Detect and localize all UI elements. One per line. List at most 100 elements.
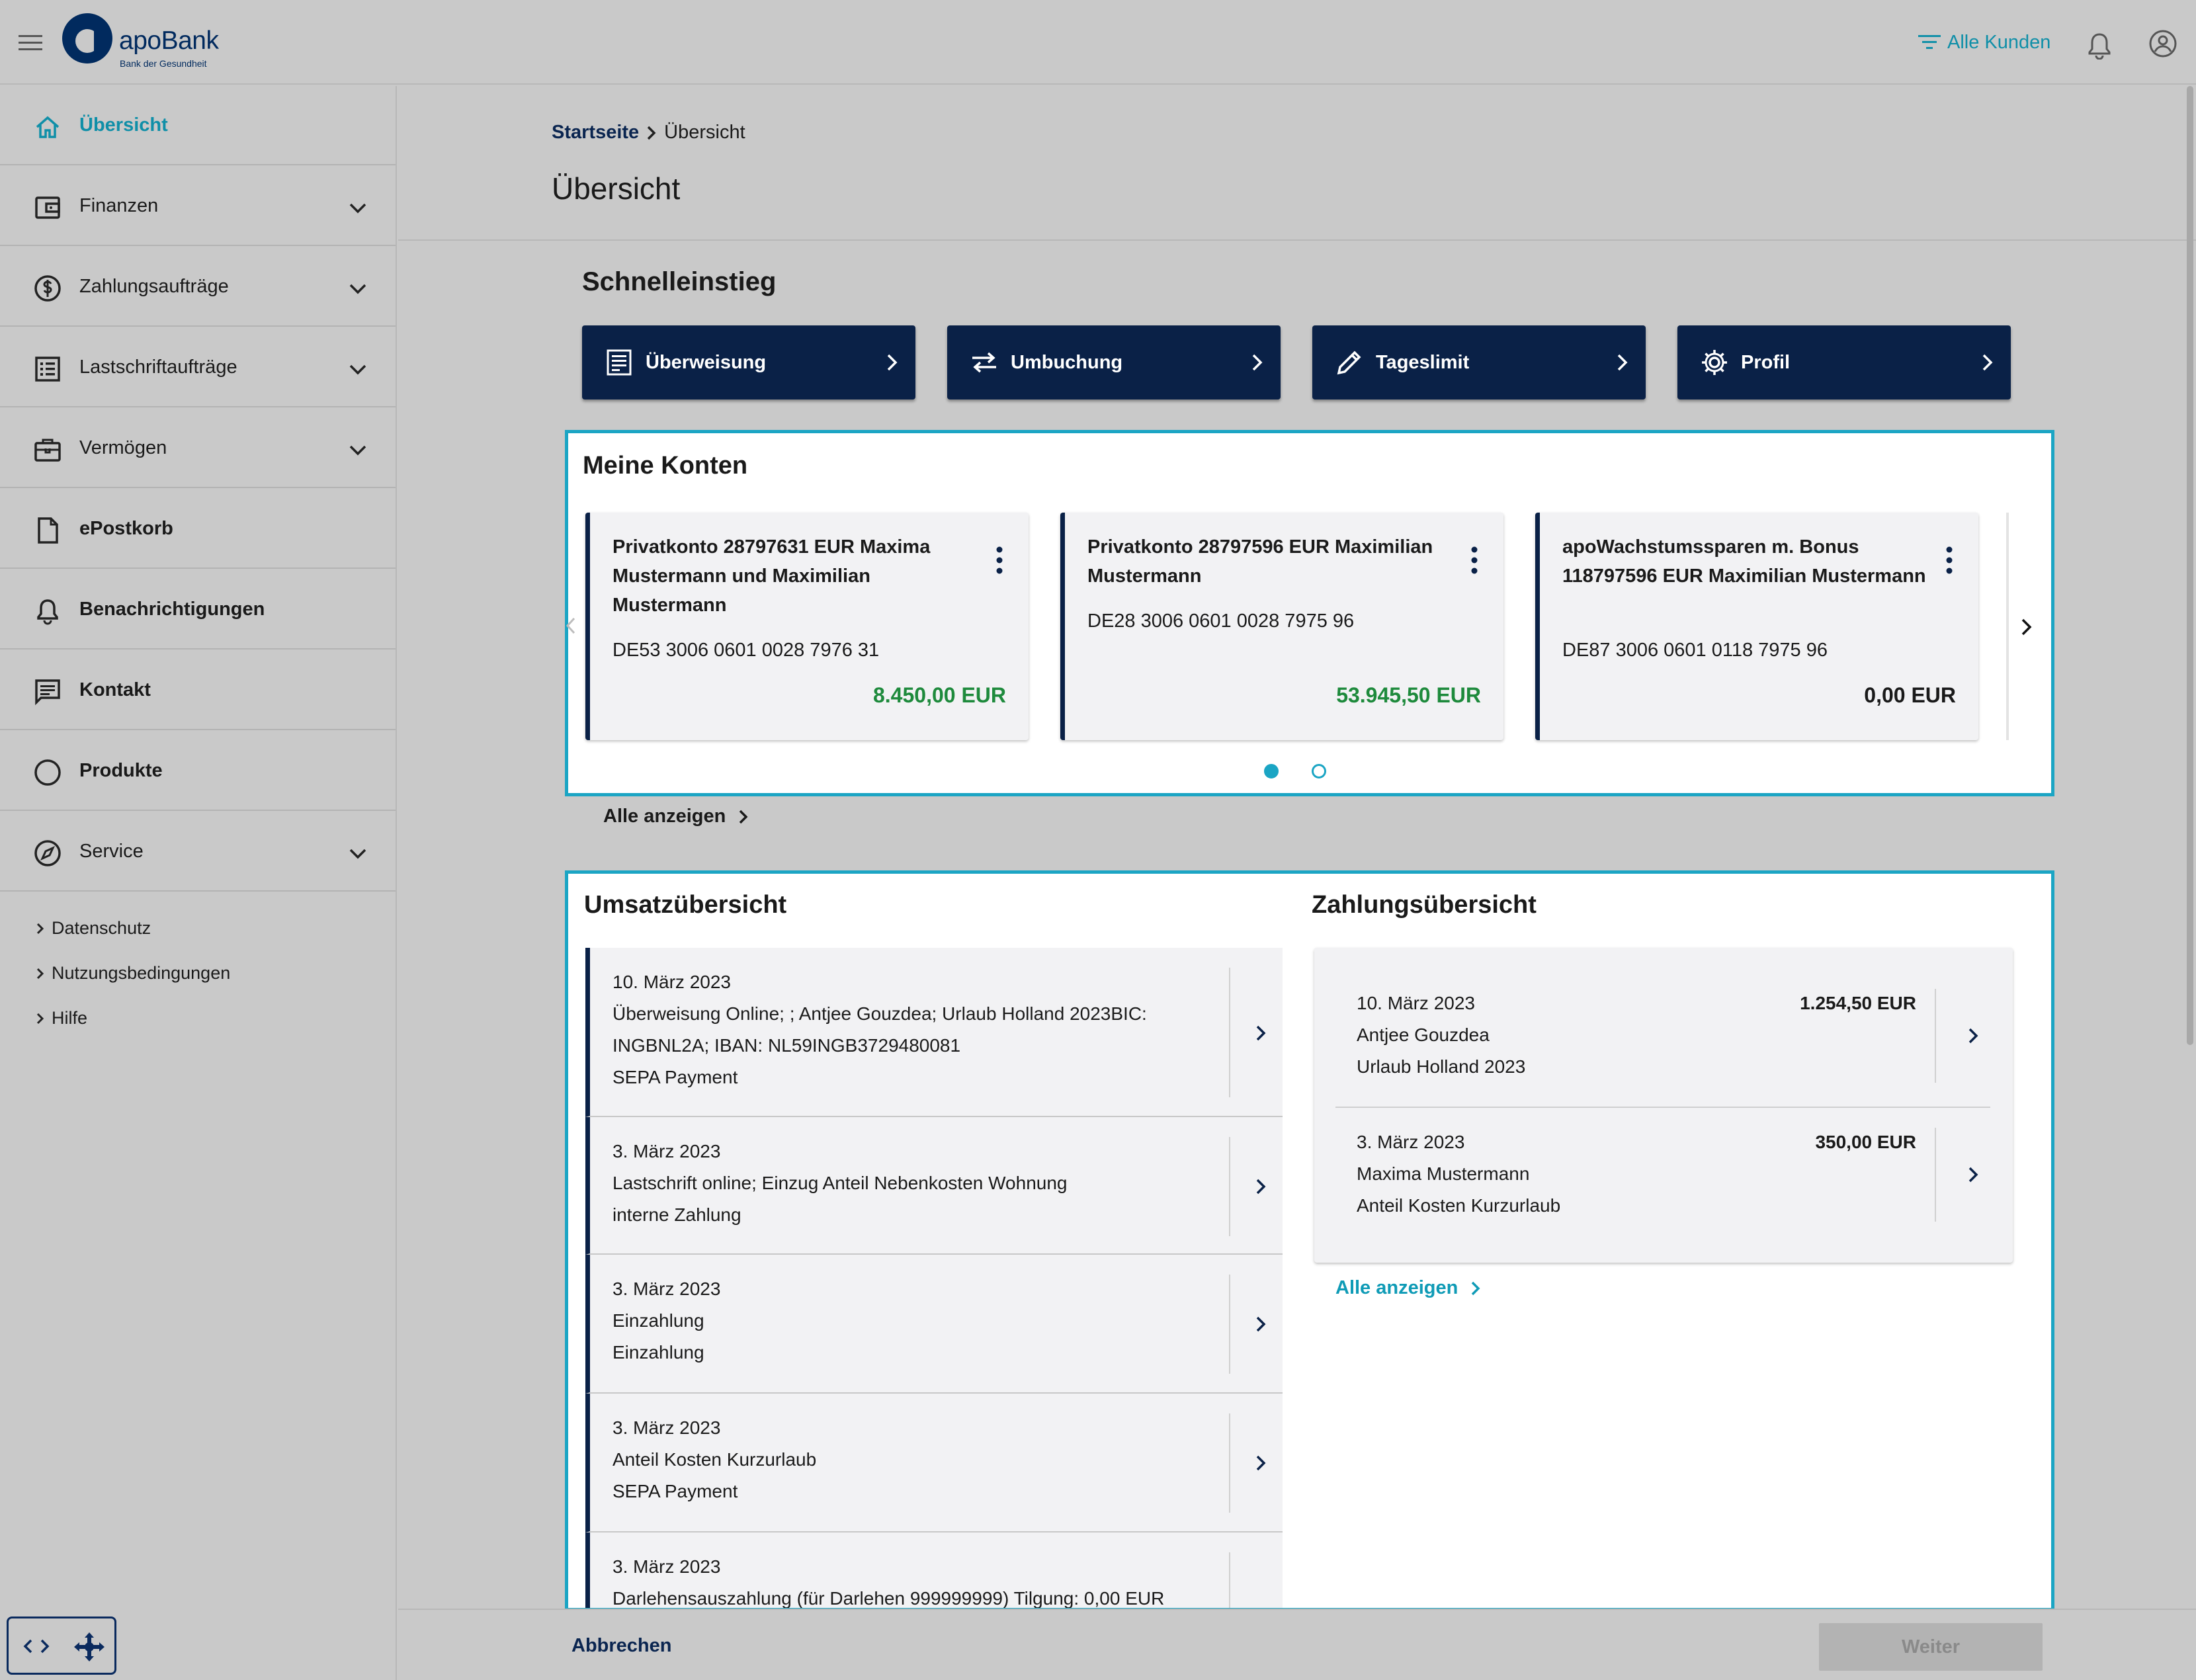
filter-icon: [1918, 35, 1941, 49]
transaction-line: SEPA Payment: [612, 1481, 738, 1501]
row-divider: [1229, 968, 1230, 1097]
transaction-line: Einzahlung: [612, 1342, 704, 1363]
sidebar-item-uebersicht[interactable]: Übersicht: [0, 86, 396, 165]
chevron-right-icon: [1617, 354, 1628, 371]
transaction-row[interactable]: 10. März 2023 Überweisung Online; ; Antj…: [585, 948, 1283, 1117]
cancel-button[interactable]: Abbrechen: [571, 1635, 671, 1657]
chevron-right-icon: [647, 126, 656, 140]
chevron-right-icon[interactable]: [1964, 1025, 1984, 1047]
briefcase-icon: [34, 439, 61, 462]
transaction-row[interactable]: 3. März 2023 Anteil Kosten Kurzurlaub SE…: [585, 1394, 1283, 1533]
swap-icon: [972, 352, 996, 373]
account-iban: DE87 3006 0601 0118 7975 96: [1562, 640, 1828, 661]
accounts-show-all-link[interactable]: Alle anzeigen: [603, 806, 749, 827]
chat-icon: [35, 679, 60, 706]
sidebar-item-epostkorb[interactable]: ePostkorb: [0, 489, 396, 569]
transaction-text: 10. März 2023 Überweisung Online; ; Antj…: [612, 966, 1147, 1093]
payment-amount: 350,00 EUR: [1815, 1132, 1916, 1152]
payment-recipient: Antjee Gouzdea: [1357, 1025, 1490, 1045]
quick-button-label: Profil: [1741, 351, 1791, 373]
quick-button-tageslimit[interactable]: Tageslimit: [1312, 325, 1646, 399]
header-divider: [398, 239, 2196, 241]
transaction-date: 3. März 2023: [612, 1417, 721, 1438]
payments-show-all-link[interactable]: Alle anzeigen: [1335, 1277, 1482, 1299]
quick-button-label: Tageslimit: [1376, 351, 1470, 373]
sidebar-item-benachrichtigungen[interactable]: Benachrichtigungen: [0, 570, 396, 650]
footer-link-nutzungsbedingungen[interactable]: Nutzungsbedingungen: [36, 963, 230, 984]
breadcrumb: Startseite Übersicht: [552, 122, 745, 144]
sidebar-item-zahlungsauftraege[interactable]: Zahlungsaufträge: [0, 247, 396, 327]
customer-filter-button[interactable]: Alle Kunden: [1917, 29, 2050, 56]
more-vertical-icon[interactable]: [1945, 546, 1953, 575]
sidebar-item-kontakt[interactable]: Kontakt: [0, 651, 396, 730]
row-divider: [1935, 989, 1936, 1083]
quick-button-ueberweisung[interactable]: Überweisung: [582, 325, 915, 399]
transaction-line: Lastschrift online; Einzug Anteil Nebenk…: [612, 1173, 1068, 1193]
sidebar-item-produkte[interactable]: Produkte: [0, 732, 396, 811]
chevron-right-icon: [887, 354, 898, 371]
sidebar-item-vermoegen[interactable]: Vermögen: [0, 409, 396, 488]
chevron-right-icon[interactable]: [1251, 1452, 1271, 1474]
carousel-next-icon[interactable]: [2018, 616, 2034, 638]
account-card[interactable]: apoWachstumssparen m. Bonus 118797596 EU…: [1535, 513, 1978, 740]
carousel-dot-active[interactable]: [1264, 764, 1279, 778]
payment-recipient: Maxima Mustermann: [1357, 1163, 1530, 1184]
account-card[interactable]: Privatkonto 28797596 EUR Maximilian Must…: [1060, 513, 1503, 740]
sidebar-item-service[interactable]: Service: [0, 812, 396, 892]
payments-title: Zahlungsübersicht: [1312, 891, 1537, 919]
sidebar-item-label: Lastschriftaufträge: [79, 356, 237, 378]
quick-button-umbuchung[interactable]: Umbuchung: [947, 325, 1281, 399]
chevron-down-icon[interactable]: [347, 279, 369, 299]
transaction-row[interactable]: 3. März 2023 Einzahlung Einzahlung: [585, 1255, 1283, 1394]
pencil-icon: [1337, 351, 1361, 375]
payment-text[interactable]: 3. März 2023 Maxima Mustermann Anteil Ko…: [1357, 1126, 1560, 1222]
user-account-icon[interactable]: [2148, 29, 2177, 58]
breadcrumb-current: Übersicht: [664, 122, 745, 143]
carousel-dot[interactable]: [1312, 764, 1326, 778]
payment-text[interactable]: 10. März 2023 Antjee Gouzdea Urlaub Holl…: [1357, 987, 1525, 1083]
page-scrollbar[interactable]: [2187, 86, 2193, 1045]
quick-button-profil[interactable]: Profil: [1677, 325, 2011, 399]
account-card[interactable]: Privatkonto 28797631 EUR Maxima Musterma…: [585, 513, 1029, 740]
chevron-down-icon[interactable]: [347, 198, 369, 218]
accounts-title: Meine Konten: [583, 452, 748, 480]
chevron-right-icon: [36, 968, 44, 979]
more-vertical-icon[interactable]: [995, 546, 1003, 575]
sidebar-item-lastschriftauftraege[interactable]: Lastschriftaufträge: [0, 328, 396, 407]
account-balance: 0,00 EUR: [1864, 683, 1956, 707]
chevron-right-icon[interactable]: [1251, 1313, 1271, 1335]
action-bar: Abbrechen Weiter: [398, 1609, 2196, 1680]
home-icon: [36, 116, 60, 138]
chevron-down-icon[interactable]: [347, 360, 369, 380]
more-vertical-icon[interactable]: [1470, 546, 1478, 575]
sidebar-item-finanzen[interactable]: Finanzen: [0, 167, 396, 246]
payments-card: 10. März 2023 Antjee Gouzdea Urlaub Holl…: [1314, 948, 2013, 1263]
chevron-right-icon[interactable]: [1251, 1022, 1271, 1044]
list-icon: [35, 357, 60, 382]
breadcrumb-home-link[interactable]: Startseite: [552, 122, 639, 144]
account-name: apoWachstumssparen m. Bonus 118797596 EU…: [1562, 536, 1926, 587]
transaction-date: 3. März 2023: [612, 1556, 721, 1577]
footer-link-datenschutz[interactable]: Datenschutz: [36, 918, 151, 939]
code-icon[interactable]: [22, 1637, 51, 1656]
dev-toolbar[interactable]: [7, 1617, 116, 1675]
next-button[interactable]: Weiter: [1819, 1623, 2043, 1671]
row-divider: [1229, 1413, 1230, 1513]
quick-access-title: Schnelleinstieg: [582, 267, 777, 296]
footer-link-hilfe[interactable]: Hilfe: [36, 1008, 87, 1029]
chevron-right-icon[interactable]: [1964, 1163, 1984, 1186]
transaction-row[interactable]: 3. März 2023 Darlehensauszahlung (für Da…: [585, 1533, 1283, 1608]
chevron-right-icon[interactable]: [1251, 1175, 1271, 1198]
chevron-down-icon[interactable]: [347, 441, 369, 460]
account-iban: DE53 3006 0601 0028 7976 31: [612, 640, 880, 661]
notification-bell-icon[interactable]: [2086, 32, 2113, 60]
transaction-row[interactable]: 3. März 2023 Lastschrift online; Einzug …: [585, 1117, 1283, 1255]
apobank-logo-icon[interactable]: [62, 13, 112, 63]
hamburger-menu-icon[interactable]: [17, 32, 44, 54]
chevron-right-icon: [739, 810, 748, 823]
sidebar-item-label: Vermögen: [79, 437, 167, 458]
chevron-down-icon[interactable]: [347, 844, 369, 864]
move-arrows-icon[interactable]: [72, 1630, 106, 1663]
sidebar-item-label: Produkte: [79, 759, 163, 781]
carousel-prev-icon[interactable]: [564, 614, 579, 637]
